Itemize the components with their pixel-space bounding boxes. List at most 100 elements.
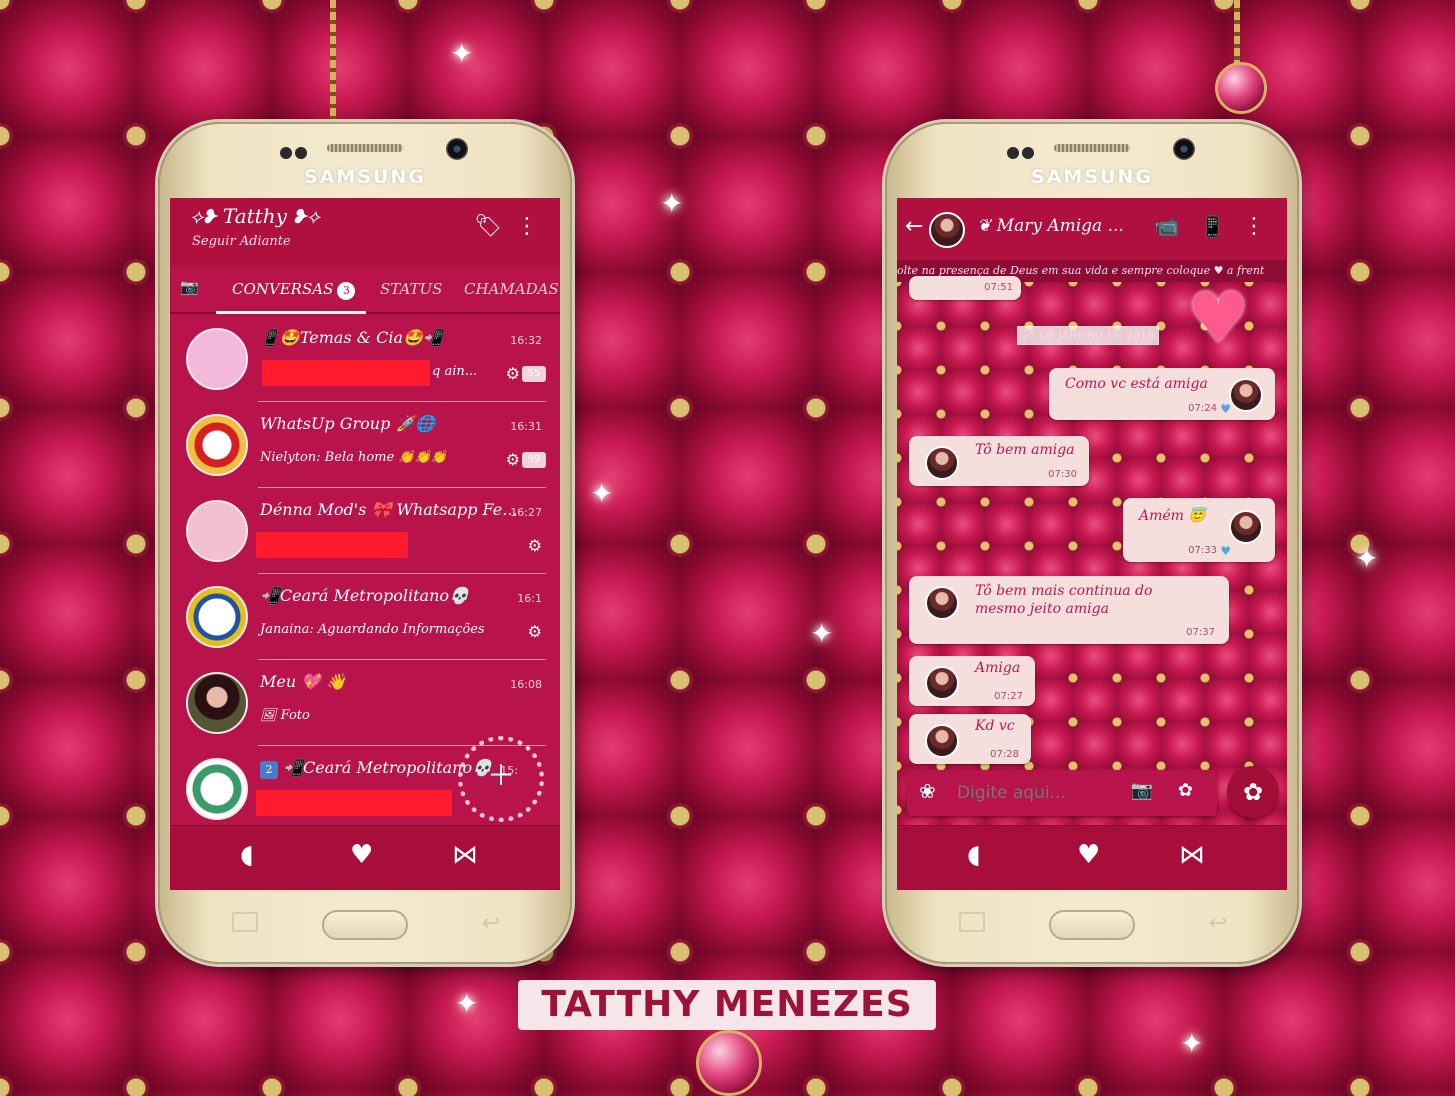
chat-header: ← ❦ Mary Amiga ... 📹 📱 ⋮ — [897, 198, 1287, 260]
tag-icon[interactable]: 🏷 — [474, 214, 502, 239]
phone-sensors — [280, 144, 320, 159]
contact-name[interactable]: ❦ Mary Amiga ... — [977, 216, 1124, 236]
sparkle-icon: ✦ — [660, 187, 684, 220]
chat-time: 16:31 — [510, 420, 542, 433]
photo-icon: 🖼 — [260, 708, 281, 723]
avatar — [1229, 510, 1263, 544]
avatar — [925, 586, 959, 620]
avatar — [186, 586, 248, 648]
front-camera — [446, 138, 468, 160]
redacted-preview — [256, 790, 452, 816]
settings-gear-icon: ⚙ — [505, 364, 520, 383]
phone-brand: SAMSUNG — [304, 166, 426, 188]
message-bubble-incoming[interactable]: Tô bem mais continua do mesmo jeito amig… — [909, 576, 1229, 644]
message-text: Como vc está amiga — [1065, 376, 1208, 392]
app-subtitle: Seguir Adiante — [192, 234, 291, 249]
phone-brand: SAMSUNG — [1031, 166, 1153, 188]
sparkle-icon: ✦ — [810, 617, 834, 650]
chat-preview: Nielyton: Bela home 👏👏👏 — [260, 450, 447, 465]
message-bubble-incoming[interactable]: Amiga 07:27 — [909, 656, 1035, 706]
message-time: 07:27 — [994, 691, 1023, 702]
sparkle-icon: ✦ — [455, 987, 479, 1020]
chat-time: 16:27 — [510, 506, 542, 519]
sparkle-icon: ✦ — [1355, 542, 1379, 575]
heart-icon[interactable]: ♥ — [350, 840, 373, 870]
candy-icon[interactable]: ⋈ — [1179, 840, 1205, 870]
unread-count: 55 — [522, 366, 546, 382]
heart-icon[interactable]: ♥ — [1077, 840, 1100, 870]
more-options-icon[interactable]: ⋮ — [1243, 214, 1265, 239]
sparkle-icon: ✦ — [450, 37, 474, 70]
butterfly-icon: ❦ — [977, 216, 997, 236]
chat-row[interactable]: Meu 💖 👋 16:08 🖼 Foto — [170, 660, 560, 746]
chat-row[interactable]: 📲Ceará Metropolitano💀 16:1 Janaina: Agua… — [170, 574, 560, 660]
tab-bar: 📷 CONVERSAS 3 STATUS CHAMADAS — [170, 268, 560, 314]
candy-icon[interactable]: ⋈ — [452, 840, 478, 870]
chat-row[interactable]: 📱🤩Temas & Cia🤩📲 16:32 q ain... ⚙ 55 — [170, 316, 560, 402]
message-bubble-outgoing[interactable]: Como vc está amiga 07:24 ♥ — [1049, 368, 1275, 420]
chat-preview: 🖼 Foto — [260, 708, 310, 723]
message-area[interactable]: 07:51 25 DE JANEIRO DE 2018 ♥ Como vc es… — [897, 276, 1287, 826]
chat-row[interactable]: 2 📲Ceará Metropolitano💀 15: ＋ — [170, 736, 560, 832]
phone-speaker — [327, 144, 403, 152]
chat-row[interactable]: WhatsUp Group 🚀🌐 16:31 Nielyton: Bela ho… — [170, 402, 560, 488]
chat-preview: Janaina: Aguardando Informações — [260, 622, 485, 637]
new-chat-fab[interactable]: ＋ — [458, 736, 544, 822]
avatar — [925, 446, 959, 480]
chat-name: Meu 💖 👋 — [260, 672, 347, 691]
recent-apps-key[interactable] — [232, 912, 258, 932]
message-time: 07:33 — [1188, 545, 1217, 556]
contact-avatar[interactable] — [929, 212, 965, 248]
mic-button[interactable]: ✿ — [1227, 766, 1279, 818]
chat-row[interactable]: Dénna Mod's 🎀 Whatsapp Fe... 16:27 ⚙ — [170, 488, 560, 574]
settings-gear-icon: ⚙ — [527, 622, 542, 641]
phone-sensors — [1007, 144, 1047, 159]
settings-gear-icon: ⚙ — [505, 450, 520, 469]
gem-pendant — [1215, 62, 1267, 114]
title-decoration-icon: ⟡❥ — [190, 204, 223, 228]
message-time: 07:51 — [984, 282, 1013, 293]
avatar — [186, 328, 248, 390]
back-key[interactable]: ↩ — [1209, 911, 1227, 936]
message-text: Tô bem mais continua do mesmo jeito amig… — [975, 583, 1153, 617]
hanging-chain — [330, 0, 336, 140]
compose-bar: ❀ 📷 ✿ — [907, 770, 1217, 816]
home-button[interactable] — [1049, 910, 1135, 940]
attach-icon[interactable]: ✿ — [1178, 780, 1193, 801]
tab-chamadas[interactable]: CHAMADAS — [464, 280, 559, 298]
chat-icon[interactable]: ◖ — [967, 840, 981, 870]
emoji-icon[interactable]: ❀ — [919, 779, 936, 803]
message-bubble-incoming[interactable]: Tô bem amiga 07:30 — [909, 436, 1089, 486]
phone-right: SAMSUNG ← ❦ Mary Amiga ... 📹 📱 ⋮ olte na… — [885, 122, 1299, 964]
tab-status[interactable]: STATUS — [380, 280, 442, 298]
unread-badge: 2 — [260, 761, 278, 779]
active-tab-indicator — [216, 311, 366, 314]
camera-tab-icon[interactable]: 📷 — [180, 278, 199, 296]
camera-icon[interactable]: 📷 — [1131, 780, 1153, 801]
more-options-icon[interactable]: ⋮ — [516, 214, 538, 239]
chat-icon[interactable]: ◖ — [240, 840, 254, 870]
message-bubble-incoming[interactable]: Kd vc 07:28 — [909, 714, 1031, 764]
phone-call-icon[interactable]: 📱 — [1200, 214, 1225, 238]
read-receipt-icon: ♥ — [1220, 402, 1231, 416]
bottom-nav: ◖ ♥ ⋈ — [897, 825, 1287, 890]
tab-conversas[interactable]: CONVERSAS 3 — [232, 280, 356, 300]
app-header: ⟡❥ Tatthy ❥⟡ Seguir Adiante 🏷 ⋮ — [170, 198, 560, 268]
video-call-icon[interactable]: 📹 — [1154, 214, 1179, 238]
message-text: Kd vc — [975, 718, 1015, 734]
heart-pendant-icon: ♥ — [1187, 277, 1250, 359]
previous-message-bubble[interactable]: 07:51 — [909, 276, 1021, 300]
home-button[interactable] — [322, 910, 408, 940]
message-time: 07:37 — [1186, 627, 1215, 638]
chat-list-screen: ⟡❥ Tatthy ❥⟡ Seguir Adiante 🏷 ⋮ 📷 CONVER… — [170, 198, 560, 890]
chat-preview: q ain... — [432, 364, 478, 379]
gem-pendant — [696, 1030, 762, 1096]
recent-apps-key[interactable] — [959, 912, 985, 932]
message-bubble-outgoing[interactable]: Amém 😇 07:33 ♥ — [1123, 498, 1275, 562]
message-time: 07:28 — [990, 749, 1019, 760]
message-input[interactable] — [957, 783, 1107, 803]
chat-time: 16:08 — [510, 678, 542, 691]
back-arrow-icon[interactable]: ← — [905, 214, 923, 239]
avatar — [186, 414, 248, 476]
back-key[interactable]: ↩ — [482, 911, 500, 936]
